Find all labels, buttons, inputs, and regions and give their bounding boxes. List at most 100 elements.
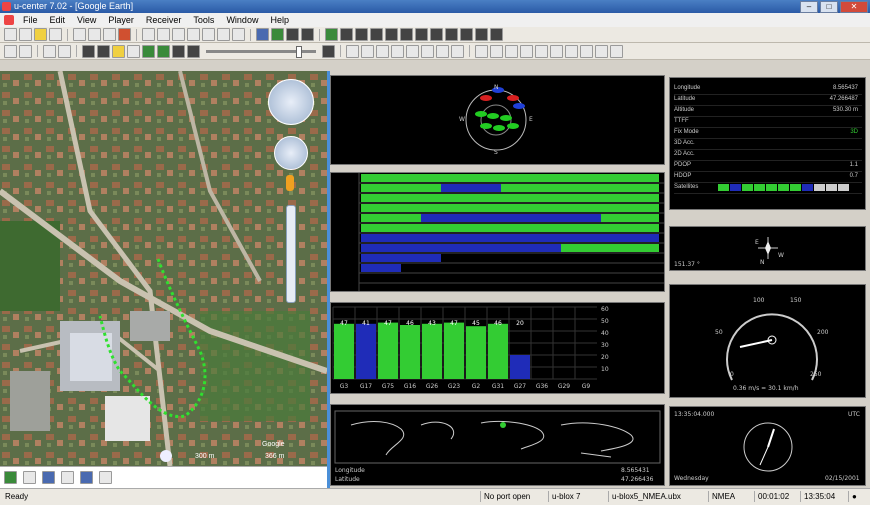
- flag-icon[interactable]: [80, 471, 93, 484]
- panel-icon[interactable]: [475, 28, 488, 41]
- connect-icon[interactable]: [4, 44, 17, 58]
- playback-slider[interactable]: [206, 45, 316, 58]
- marker-icon[interactable]: [346, 44, 359, 58]
- panel-icon[interactable]: [340, 28, 353, 41]
- data-row: PDOP 1.1: [674, 161, 862, 172]
- panel-icon[interactable]: [490, 28, 503, 41]
- grid-icon[interactable]: [610, 44, 623, 58]
- view-icon[interactable]: [157, 28, 170, 41]
- paste-icon[interactable]: [103, 28, 116, 41]
- record-icon[interactable]: [112, 44, 125, 58]
- close-button[interactable]: ✕: [840, 1, 868, 13]
- grid-icon[interactable]: [535, 44, 548, 58]
- add-icon[interactable]: [4, 471, 17, 484]
- menu-receiver[interactable]: Receiver: [140, 15, 188, 25]
- marker-icon[interactable]: [376, 44, 389, 58]
- minimize-button[interactable]: –: [800, 1, 818, 13]
- world-map-panel[interactable]: Longitude 8.565431 Latitude 47.266436: [330, 404, 665, 486]
- record-icon[interactable]: [118, 28, 131, 41]
- grid-icon[interactable]: [475, 44, 488, 58]
- grid-icon[interactable]: [550, 44, 563, 58]
- chart-icon[interactable]: [286, 28, 299, 41]
- street-view-icon[interactable]: [286, 175, 294, 191]
- end-icon[interactable]: [322, 44, 335, 58]
- chart-icon[interactable]: [301, 28, 314, 41]
- play-icon[interactable]: [142, 44, 155, 58]
- grid-icon[interactable]: [565, 44, 578, 58]
- grid-icon[interactable]: [490, 44, 503, 58]
- speedometer-panel[interactable]: 50 100 150 200 250 0 0.36 m/s = 30.1 km/…: [669, 284, 866, 398]
- save-icon[interactable]: [19, 28, 32, 41]
- menu-tools[interactable]: Tools: [187, 15, 220, 25]
- menu-view[interactable]: View: [71, 15, 102, 25]
- clock-panel[interactable]: 13:35:04.000 UTC Wednesday 02/15/2001: [669, 406, 866, 486]
- menu-player[interactable]: Player: [102, 15, 140, 25]
- marker-icon[interactable]: [451, 44, 464, 58]
- doc-icon[interactable]: [4, 15, 14, 25]
- look-control[interactable]: [268, 79, 314, 125]
- marker-icon[interactable]: [406, 44, 419, 58]
- layers-icon[interactable]: [61, 471, 74, 484]
- slider-thumb[interactable]: [296, 45, 302, 58]
- view-icon[interactable]: [172, 28, 185, 41]
- panel-icon[interactable]: [460, 28, 473, 41]
- cut-icon[interactable]: [73, 28, 86, 41]
- sky-view-panel[interactable]: N S W E: [330, 75, 665, 165]
- layout-icon[interactable]: [202, 28, 215, 41]
- menu-edit[interactable]: Edit: [44, 15, 72, 25]
- maximize-button[interactable]: □: [820, 1, 838, 13]
- print-icon[interactable]: [49, 28, 62, 41]
- signal-strength-panel[interactable]: 60 50 40 30 20 10 47 G3 41 G17 47 G75 46 G16 43 G26 47 G2…: [330, 302, 665, 394]
- layout-icon[interactable]: [232, 28, 245, 41]
- panel-icon[interactable]: [355, 28, 368, 41]
- globe-icon[interactable]: [256, 28, 269, 41]
- search-icon[interactable]: [43, 44, 56, 58]
- satellite-icon[interactable]: [325, 28, 338, 41]
- play-dropdown-icon[interactable]: [157, 44, 170, 58]
- home-icon[interactable]: [42, 471, 55, 484]
- compass-panel[interactable]: E W N 151.37 °: [669, 226, 866, 271]
- panel-icon[interactable]: [400, 28, 413, 41]
- new-icon[interactable]: [4, 28, 17, 41]
- step-icon[interactable]: [127, 44, 140, 58]
- panel-icon[interactable]: [370, 28, 383, 41]
- edit-icon[interactable]: [23, 471, 36, 484]
- next-icon[interactable]: [187, 44, 200, 58]
- open-icon[interactable]: [34, 28, 47, 41]
- data-view-table: Longitude 8.565437 Latitude 47.266487 Altitu…: [674, 84, 862, 194]
- layout-icon[interactable]: [217, 28, 230, 41]
- marker-icon[interactable]: [391, 44, 404, 58]
- fast-forward-icon[interactable]: [172, 44, 185, 58]
- grid-icon[interactable]: [505, 44, 518, 58]
- baud-icon[interactable]: [19, 44, 32, 58]
- grid-icon[interactable]: [520, 44, 533, 58]
- menu-file[interactable]: File: [17, 15, 44, 25]
- panel-icon[interactable]: [415, 28, 428, 41]
- eject-icon[interactable]: [82, 44, 95, 58]
- grid-icon[interactable]: [580, 44, 593, 58]
- panel-icon[interactable]: [430, 28, 443, 41]
- menu-window[interactable]: Window: [220, 15, 264, 25]
- google-earth-view[interactable]: Google 366 m 300 m: [0, 71, 327, 466]
- status-protocol: NMEA: [708, 491, 738, 502]
- panel-icon[interactable]: [445, 28, 458, 41]
- satellite-table-panel[interactable]: [330, 172, 665, 292]
- marker-icon[interactable]: [421, 44, 434, 58]
- data-view-panel[interactable]: Longitude 8.565437 Latitude 47.266487 Altitu…: [669, 77, 866, 210]
- signal-value-label: 46: [406, 320, 414, 327]
- signal-value-label: 47: [384, 320, 392, 327]
- marker-icon[interactable]: [436, 44, 449, 58]
- grid-icon[interactable]: [595, 44, 608, 58]
- copy-icon[interactable]: [88, 28, 101, 41]
- tools-icon[interactable]: [58, 44, 71, 58]
- save-map-icon[interactable]: [99, 471, 112, 484]
- zoom-slider[interactable]: [286, 205, 296, 303]
- move-control[interactable]: [274, 136, 308, 170]
- stop-icon[interactable]: [97, 44, 110, 58]
- map-icon[interactable]: [271, 28, 284, 41]
- panel-icon[interactable]: [385, 28, 398, 41]
- menu-help[interactable]: Help: [264, 15, 295, 25]
- view-icon[interactable]: [187, 28, 200, 41]
- view-icon[interactable]: [142, 28, 155, 41]
- marker-icon[interactable]: [361, 44, 374, 58]
